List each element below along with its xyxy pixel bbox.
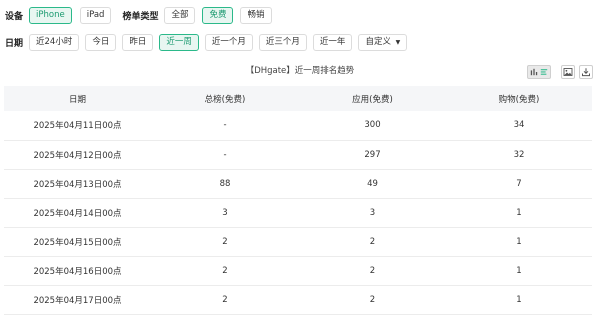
ranking-table: 日期 总榜(免费) 应用(免费) 购物(免费) 2025年04月11日00点 -… [4, 86, 592, 315]
table-row: 2025年04月13日00点 88 49 7 [4, 169, 592, 199]
filter-row-device: 设备 iPhone iPad 榜单类型 全部 免费 畅销 [5, 7, 272, 24]
chart-type-option-all[interactable]: 全部 [164, 7, 196, 24]
table-row: 2025年04月17日00点 2 2 1 [4, 285, 592, 315]
cell-overall: 2 [151, 256, 299, 286]
cell-overall: 2 [151, 285, 299, 315]
date-label: 日期 [5, 39, 24, 49]
date-option-3months[interactable]: 近三个月 [258, 34, 307, 51]
device-label: 设备 [5, 12, 24, 22]
cell-date: 2025年04月17日00点 [4, 285, 151, 315]
chart-type-label: 榜单类型 [122, 12, 159, 22]
column-header-date: 日期 [4, 86, 151, 111]
download-icon [582, 68, 590, 77]
cell-overall: 2 [151, 227, 299, 257]
date-option-yesterday[interactable]: 昨日 [122, 34, 154, 51]
date-custom-dropdown[interactable]: 自定义 ▼ [358, 34, 408, 51]
cell-date: 2025年04月16日00点 [4, 256, 151, 286]
cell-overall: 88 [151, 169, 299, 199]
cell-shopping: 1 [446, 198, 592, 228]
image-icon [563, 68, 573, 76]
cell-overall: - [151, 140, 299, 170]
date-option-year[interactable]: 近一年 [312, 34, 353, 51]
column-header-apps: 应用(免费) [299, 86, 446, 111]
cell-overall: - [151, 111, 299, 141]
filter-row-date: 日期 近24小时 今日 昨日 近一周 近一个月 近三个月 近一年 自定义 ▼ [5, 34, 408, 51]
table-row: 2025年04月11日00点 - 300 34 [4, 111, 592, 141]
cell-apps: 297 [299, 140, 446, 170]
toolbar [527, 65, 593, 79]
chart-icon [530, 68, 538, 76]
table-row: 2025年04月14日00点 3 3 1 [4, 198, 592, 228]
cell-apps: 300 [299, 111, 446, 141]
chart-type-option-free[interactable]: 免费 [202, 7, 234, 24]
date-option-24h[interactable]: 近24小时 [29, 34, 80, 51]
date-custom-label: 自定义 [365, 37, 391, 47]
cell-apps: 3 [299, 198, 446, 228]
list-icon [540, 69, 548, 75]
chart-type-option-grossing[interactable]: 畅销 [240, 7, 272, 24]
cell-date: 2025年04月12日00点 [4, 140, 151, 170]
cell-shopping: 1 [446, 256, 592, 286]
cell-shopping: 1 [446, 227, 592, 257]
table-row: 2025年04月15日00点 2 2 1 [4, 227, 592, 257]
cell-date: 2025年04月11日00点 [4, 111, 151, 141]
column-header-overall: 总榜(免费) [151, 86, 299, 111]
date-option-week[interactable]: 近一周 [159, 34, 199, 51]
cell-date: 2025年04月14日00点 [4, 198, 151, 228]
device-option-ipad[interactable]: iPad [79, 7, 112, 24]
download-button[interactable] [579, 65, 593, 79]
chart-view-toggle[interactable] [527, 65, 551, 79]
cell-apps: 49 [299, 169, 446, 199]
cell-shopping: 34 [446, 111, 592, 141]
cell-date: 2025年04月13日00点 [4, 169, 151, 199]
cell-date: 2025年04月15日00点 [4, 227, 151, 257]
report-title: 【DHgate】近一周排名趋势 [245, 66, 355, 76]
cell-apps: 2 [299, 256, 446, 286]
column-header-shopping: 购物(免费) [446, 86, 592, 111]
cell-shopping: 1 [446, 285, 592, 315]
table-header-row: 日期 总榜(免费) 应用(免费) 购物(免费) [4, 86, 592, 111]
date-option-today[interactable]: 今日 [85, 34, 117, 51]
device-option-iphone[interactable]: iPhone [29, 7, 72, 24]
chevron-down-icon: ▼ [395, 39, 401, 46]
cell-apps: 2 [299, 285, 446, 315]
cell-apps: 2 [299, 227, 446, 257]
cell-shopping: 32 [446, 140, 592, 170]
cell-shopping: 7 [446, 169, 592, 199]
save-image-button[interactable] [561, 65, 575, 79]
cell-overall: 3 [151, 198, 299, 228]
table-row: 2025年04月16日00点 2 2 1 [4, 256, 592, 286]
date-option-month[interactable]: 近一个月 [204, 34, 253, 51]
table-row: 2025年04月12日00点 - 297 32 [4, 140, 592, 170]
